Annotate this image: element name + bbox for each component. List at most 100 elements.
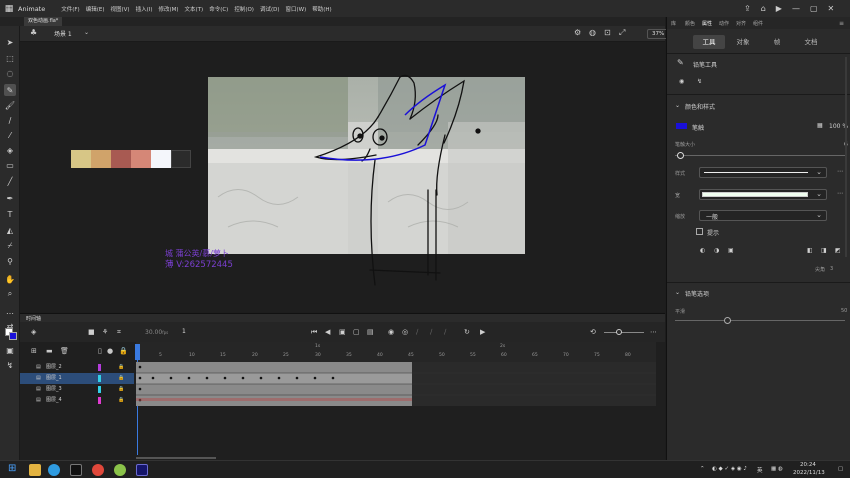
tab-color[interactable]: 颜色 [685,20,695,27]
timeline-zoom-thumb[interactable] [616,329,622,335]
smooth-thumb[interactable] [724,317,731,324]
eraser-icon[interactable]: ◈ [4,144,16,156]
reset-zoom-icon[interactable]: ⟲ [590,328,596,336]
frame-ruler[interactable] [136,342,656,362]
stroke-color-swatch[interactable] [9,332,17,340]
layer-color-tag[interactable] [98,364,101,371]
app-red-icon[interactable] [92,464,104,476]
pencil-mode-icon[interactable]: ↯ [4,359,16,371]
edit-scene-icon[interactable]: ♣ [30,28,37,37]
tray-icons[interactable]: ◐ ◆ ✓ ◈ ◉ ♪ [712,466,747,472]
timeline-hscroll[interactable] [136,457,216,459]
join-bevel-icon[interactable]: ◩ [835,247,841,254]
current-frame[interactable]: 1 [182,328,186,335]
bone-tool-icon[interactable]: ⚲ [4,255,16,267]
new-folder-icon[interactable]: ▬ [46,347,53,355]
language-indicator[interactable]: 英 [757,466,763,474]
lock-icon[interactable]: 🔒 [118,362,124,373]
segment-document[interactable]: 文档 [795,35,827,49]
windows-start-icon[interactable]: ⊞ [8,463,16,474]
menu-help[interactable]: 帮助(H) [312,5,331,13]
more-tools-icon[interactable]: … [4,305,16,317]
settings-icon[interactable]: ⚙ [574,28,581,37]
center-stage-icon[interactable]: ⊡ [604,28,611,37]
tab-library[interactable]: 库 [671,20,676,27]
fit-icon[interactable]: ⤢ [619,28,625,38]
blank-keyframe-icon[interactable]: ▢ [353,328,360,336]
highlight-icon[interactable]: ● [107,347,113,355]
menu-icon[interactable]: ≡ [839,20,844,27]
panel-scrollbar[interactable] [845,57,847,257]
object-drawing-icon[interactable]: ▣ [4,344,16,356]
tab-components[interactable]: 组件 [753,20,763,27]
clock-time[interactable]: 20:24 [800,462,816,468]
lock-all-icon[interactable]: 🔒 [119,347,128,355]
parent-icon[interactable]: ⚘ [102,328,108,336]
line-tool-icon[interactable]: ╱ [4,175,16,187]
smooth-value[interactable]: 50 [841,308,847,314]
layer-color-tag[interactable] [98,375,101,382]
brush-icon[interactable]: 🖌 [4,99,16,111]
menu-view[interactable]: 视图(V) [111,5,130,13]
edit-multiple-icon[interactable]: ◎ [402,328,408,336]
clock-date[interactable]: 2022/11/13 [793,470,825,476]
selection-tool-icon[interactable]: ➤ [4,36,16,48]
maximize-icon[interactable]: ▢ [810,4,818,13]
layer-row[interactable]: ▤ 图层_4 🔒 [20,395,134,406]
shape-tween-icon[interactable]: ∕ [430,328,432,336]
loop-icon[interactable]: ↻ [464,328,470,336]
segment-tool[interactable]: 工具 [693,35,725,49]
playhead[interactable] [135,344,140,360]
cap-square-icon[interactable]: ▣ [728,247,734,254]
lock-icon[interactable]: 🔒 [118,384,124,395]
cap-none-icon[interactable]: ◐ [700,247,705,254]
animate-app-icon[interactable] [136,464,148,476]
character-drawing[interactable] [300,65,500,295]
close-icon[interactable]: ✕ [828,4,835,13]
more-options-icon[interactable]: ⋯ [837,168,843,175]
prev-frame-icon[interactable]: ◀ [325,328,330,336]
insert-frame-icon[interactable]: ▤ [367,328,374,336]
smooth-slider[interactable] [675,320,845,321]
layer-color-tag[interactable] [98,397,101,404]
eyedropper-icon[interactable]: ⌿ [4,240,16,252]
chevron-down-icon[interactable]: ⌄ [84,29,89,36]
lasso-icon[interactable]: ◌ [4,67,16,79]
wps-icon[interactable] [70,464,82,476]
graph-icon[interactable]: ⌗ [117,328,121,337]
stroke-style-dropdown[interactable]: ⌄ [699,167,827,178]
segment-frame[interactable]: 帧 [761,35,793,49]
rectangle-tool-icon[interactable]: ▭ [4,159,16,171]
tray-chevron-icon[interactable]: ⌃ [700,466,705,472]
layer-color-tag[interactable] [98,386,101,393]
menu-edit[interactable]: 编辑(E) [86,5,105,13]
frame-grid[interactable] [136,362,656,406]
section-color-style[interactable]: 颜色和样式 [685,102,715,111]
pen-tool-icon[interactable]: ✒ [4,192,16,204]
edge-icon[interactable] [48,464,60,476]
layer-row[interactable]: ▤ 图层_2 🔒 [20,362,134,373]
stroke-color-chip[interactable] [676,123,687,129]
tween-icon[interactable]: ∕ [416,328,418,336]
share-icon[interactable]: ⇪ [744,4,751,13]
more-icon[interactable]: ⋯ [650,328,657,336]
tab-actions[interactable]: 动作 [719,20,729,27]
join-miter-icon[interactable]: ◧ [807,247,813,254]
play-button-icon[interactable]: ▶ [480,328,485,336]
classic-tween-icon[interactable]: ∕ [444,328,446,336]
show-all-icon[interactable]: ▯ [98,347,102,355]
notification-icon[interactable]: ▢ [838,466,843,472]
paint-bucket-icon[interactable]: ◭ [4,224,16,236]
bell-icon[interactable]: ⌂ [761,4,766,13]
scale-dropdown[interactable]: 一般 ⌄ [699,210,827,221]
menu-file[interactable]: 文件(F) [61,5,79,13]
lock-icon[interactable]: 🔒 [118,395,124,406]
paint-brush-icon[interactable]: ⁄ [4,129,16,141]
layer-name[interactable]: 图层_4 [46,395,62,406]
lock-icon[interactable]: 🔒 [118,373,124,384]
layers-icon[interactable]: ◈ [31,328,36,336]
tab-properties[interactable]: 属性 [702,20,712,27]
play-icon[interactable]: ▶ [776,4,782,13]
section-pencil-options[interactable]: 铅笔选项 [685,289,709,298]
clip-icon[interactable]: ◍ [589,28,596,37]
